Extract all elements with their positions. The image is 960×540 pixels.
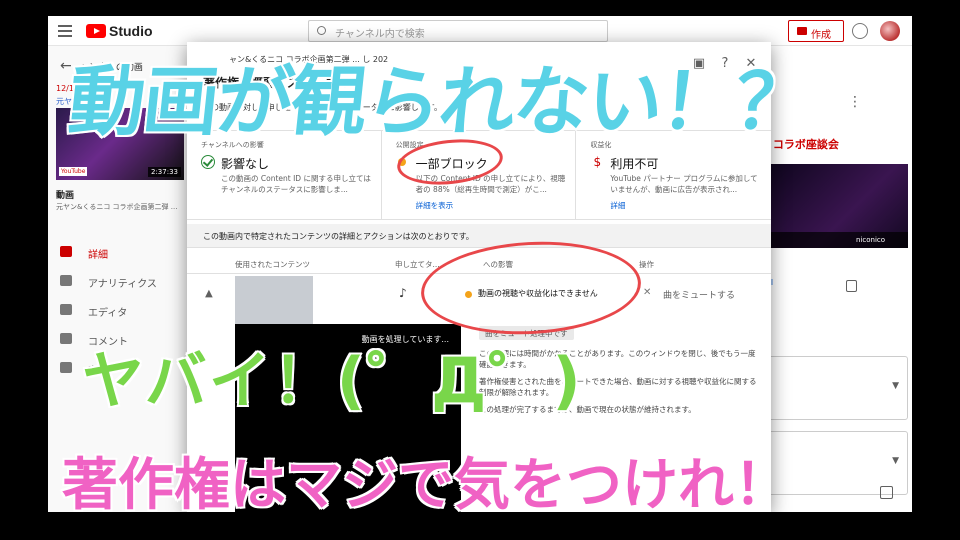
no-monetization-icon: $ [593, 155, 602, 169]
col-action: 操作 [639, 260, 654, 269]
sidebar-item-details[interactable]: 詳細 [48, 238, 188, 266]
help-icon[interactable] [852, 23, 868, 39]
video-duration: 2:37:33 [148, 167, 181, 177]
music-note-icon: ♪ [399, 286, 407, 300]
video-preview-player[interactable]: niconico [758, 164, 908, 248]
sidebar-item-label: エディタ [88, 308, 128, 319]
search-input[interactable]: チャンネル内で検索 [308, 20, 608, 42]
search-icon [317, 26, 326, 35]
logo-text: Studio [109, 23, 153, 39]
studio-logo[interactable]: Studio [86, 23, 153, 39]
sidebar-item-label: アナリティクス [88, 279, 157, 290]
video-title-label: 動画 [56, 191, 75, 201]
analytics-icon [60, 275, 72, 286]
claims-notice: この動画内で特定されたコンテンツの詳細とアクションは次のとおりです。 [187, 224, 771, 248]
pencil-icon [60, 246, 72, 257]
player-watermark: niconico [856, 236, 886, 244]
sidebar-item-label: 詳細 [88, 250, 108, 261]
caption-bottom: 著作権はマジで気をつけれ！ [61, 452, 792, 520]
see-details-link[interactable]: 詳細を表示 [416, 200, 454, 211]
thumbnail-stage: Studio チャンネル内で検索 作成 ← ャンネルの動画 12/13 元ヤン&… [0, 0, 960, 540]
chevron-down-icon: ▼ [892, 456, 899, 466]
back-arrow-icon[interactable]: ← [60, 58, 72, 74]
card-body: この動画の Content ID に関する申し立てはチャンネルのステータスに影響… [221, 174, 371, 194]
subtitles-icon [60, 362, 72, 373]
sidebar-item-editor[interactable]: エディタ [48, 296, 188, 324]
open-external-icon[interactable] [880, 486, 893, 499]
film-icon [60, 304, 72, 315]
avatar[interactable] [880, 21, 900, 41]
card-body: YouTube パートナー プログラムに参加していませんが、動画に広告が表示され… [610, 174, 758, 194]
collapse-chevron-icon[interactable]: ▼ [205, 288, 213, 299]
video-title-value: 元ヤン&くるニコ コラボ企画第二弾 ... [56, 203, 178, 211]
create-button[interactable]: 作成 [788, 20, 844, 42]
details-link[interactable]: 詳細 [610, 200, 625, 211]
check-circle-icon [201, 155, 215, 169]
card-status: 影響なし [221, 157, 270, 171]
settings-dropdown-1[interactable]: ▼ [758, 356, 908, 420]
card-status: 利用不可 [610, 157, 659, 171]
chevron-down-icon: ▼ [892, 381, 899, 391]
more-options-icon[interactable]: ⋮ [848, 94, 862, 110]
copy-icon[interactable] [846, 280, 857, 292]
caption-top: 動画が観られない！？ [63, 55, 816, 148]
sidebar-item-analytics[interactable]: アナリティクス [48, 267, 188, 295]
search-placeholder: チャンネル内で検索 [335, 29, 425, 40]
mute-icon: ✕ [643, 287, 652, 298]
comment-icon [60, 333, 72, 344]
youtube-logo-icon [86, 24, 106, 38]
col-content: 使用されたコンテンツ [235, 260, 310, 269]
caption-middle: ヤバイ！(゜Д゜) [81, 343, 583, 419]
mute-song-button[interactable]: 曲をミュートする [663, 288, 735, 301]
claimed-content-thumbnail [235, 276, 313, 324]
menu-icon[interactable] [58, 25, 72, 37]
player-controls[interactable]: niconico [758, 232, 908, 248]
thumb-badge: YouTube [59, 167, 88, 176]
col-claim: 申し立てタ... [395, 260, 440, 269]
